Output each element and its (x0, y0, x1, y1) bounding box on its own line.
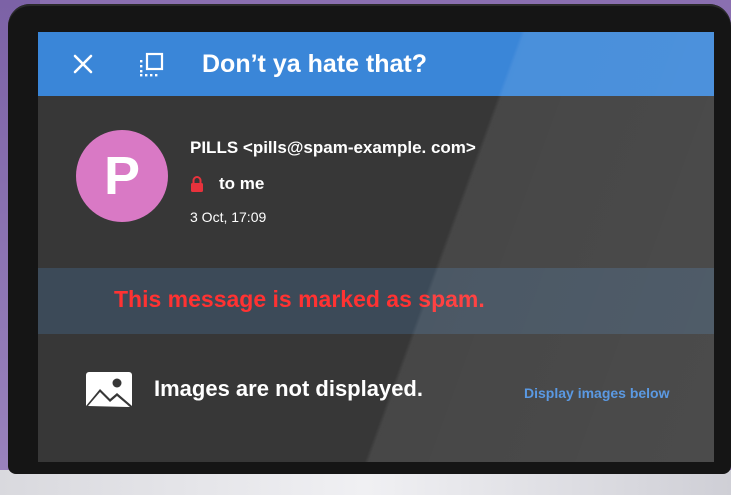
sender-avatar: P (76, 130, 168, 222)
close-icon[interactable] (72, 53, 94, 75)
email-screen: Don’t ya hate that? P PILLS <pills@spam-… (38, 32, 714, 462)
lock-icon (191, 176, 203, 192)
sender-address: PILLS <pills@spam-example. com> (190, 138, 476, 157)
recipient-label[interactable]: to me (219, 174, 264, 194)
email-subject: Don’t ya hate that? (202, 50, 428, 78)
label-icon[interactable] (138, 52, 164, 78)
email-toolbar: Don’t ya hate that? (38, 32, 714, 96)
image-icon (86, 372, 132, 410)
message-date: 3 Oct, 17:09 (190, 209, 267, 225)
images-hidden-text: Images are not displayed. (154, 376, 423, 401)
spam-warning-text: This message is marked as spam. (114, 286, 485, 312)
display-images-link[interactable]: Display images below (524, 385, 670, 401)
laptop-frame: Don’t ya hate that? P PILLS <pills@spam-… (8, 4, 731, 474)
